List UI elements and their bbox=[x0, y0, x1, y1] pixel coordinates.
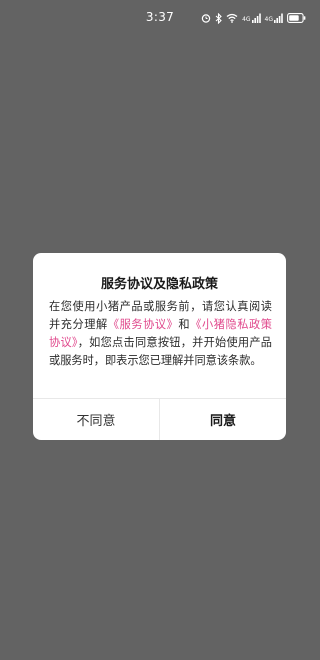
privacy-dialog: 服务协议及隐私政策 在您使用小猪产品或服务前，请您认真阅读并充分理解《服务协议》… bbox=[33, 253, 286, 440]
body-text-and: 和 bbox=[178, 318, 191, 331]
network-type-label: 4G bbox=[264, 16, 273, 23]
alarm-icon bbox=[201, 14, 211, 23]
dialog-buttons: 不同意 同意 bbox=[33, 398, 286, 440]
dialog-title: 服务协议及隐私政策 bbox=[100, 277, 218, 292]
signal-strength-icon bbox=[274, 13, 283, 23]
signal-strength-icon bbox=[251, 13, 261, 23]
body-text-suffix: ，如您点击同意按钮，并开始使用产品或服务时，即表示您已理解并同意该条款。 bbox=[49, 336, 272, 367]
status-icons: 4G 4G bbox=[201, 11, 306, 25]
dialog-body: 在您使用小猪产品或服务前，请您认真阅读并充分理解《服务协议》和《小猪隐私政策协议… bbox=[49, 298, 272, 370]
battery-icon bbox=[287, 13, 306, 23]
bluetooth-icon bbox=[215, 12, 222, 24]
network-type-label: 4G bbox=[242, 16, 251, 23]
signal-2: 4G bbox=[265, 13, 283, 23]
status-bar: 3:37 4G 4G bbox=[0, 0, 320, 36]
service-agreement-link[interactable]: 《服务协议》 bbox=[108, 318, 179, 331]
agree-button[interactable]: 同意 bbox=[160, 399, 286, 440]
signal-1: 4G bbox=[242, 13, 261, 23]
disagree-button[interactable]: 不同意 bbox=[33, 399, 160, 440]
wifi-icon bbox=[226, 13, 238, 23]
